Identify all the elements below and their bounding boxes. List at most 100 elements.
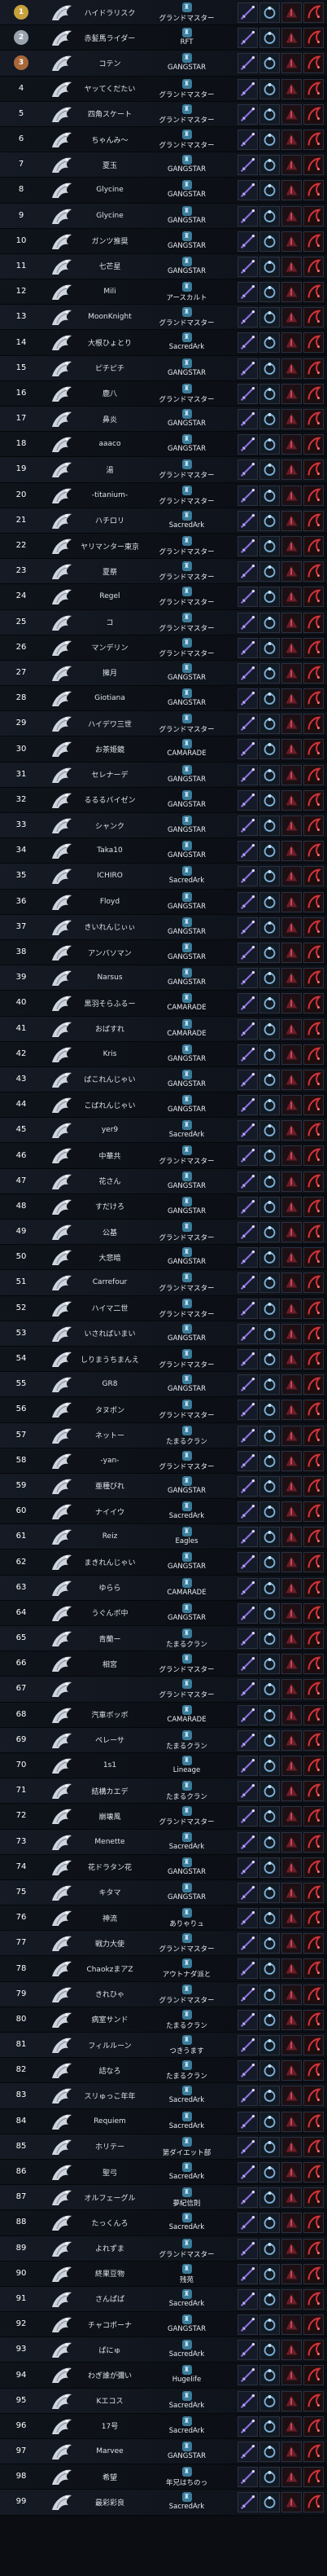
player-name[interactable]: ガンツ推奨 (81, 229, 138, 253)
ring-icon[interactable] (259, 993, 280, 1014)
relic-icon[interactable] (281, 1196, 302, 1217)
relic-icon[interactable] (281, 587, 302, 608)
ring-icon[interactable] (259, 2314, 280, 2336)
ranking-row[interactable]: 39 Narsus ♜ GANGSTAR (0, 965, 327, 991)
player-name[interactable]: Menette (81, 1830, 138, 1854)
accessory-icon[interactable] (303, 1247, 324, 1268)
ranking-row[interactable]: 38 アンバソマン ♜ GANGSTAR (0, 939, 327, 966)
player-name[interactable] (81, 1677, 138, 1701)
relic-icon[interactable] (281, 1273, 302, 1294)
player-name[interactable]: ChaokzまアZ (81, 1956, 138, 1980)
weapon-icon[interactable] (238, 2340, 258, 2361)
guild-cell[interactable]: ♜ HugeIife (140, 2363, 233, 2387)
guild-cell[interactable]: ♜ GANGSTAR (140, 432, 233, 456)
ring-icon[interactable] (259, 2136, 280, 2157)
guild-cell[interactable]: ♜ GANGSTAR (140, 1194, 233, 1219)
weapon-icon[interactable] (238, 1857, 258, 1878)
guild-cell[interactable]: ♜ GANGSTAR (140, 1067, 233, 1092)
weapon-icon[interactable] (238, 1196, 258, 1217)
weapon-icon[interactable] (238, 205, 258, 226)
ring-icon[interactable] (259, 2009, 280, 2030)
ring-icon[interactable] (259, 2340, 280, 2361)
ranking-row[interactable]: 57 ネットー ♜ たまるクラン (0, 1422, 327, 1448)
relic-icon[interactable] (281, 1933, 302, 1954)
accessory-icon[interactable] (303, 535, 324, 556)
weapon-icon[interactable] (238, 282, 258, 303)
guild-cell[interactable]: ♜ GANGSTAR (140, 1855, 233, 1879)
ring-icon[interactable] (259, 2187, 280, 2209)
player-name[interactable]: ホリテー (81, 2134, 138, 2159)
ring-icon[interactable] (259, 1629, 280, 1649)
player-name[interactable]: るるるバイゼン (81, 788, 138, 812)
ranking-row[interactable]: 67 ♜ グランドマスター (0, 1677, 327, 1703)
player-name[interactable]: 詰なろ (81, 2058, 138, 2082)
relic-icon[interactable] (281, 1679, 302, 1700)
ring-icon[interactable] (259, 1882, 280, 1903)
relic-icon[interactable] (281, 307, 302, 328)
player-name[interactable]: よれずま (81, 2236, 138, 2261)
ranking-row[interactable]: 32 るるるバイゼン ♜ GANGSTAR (0, 787, 327, 813)
ring-icon[interactable] (259, 2213, 280, 2234)
ranking-row[interactable]: 93 ぱにゅ ♜ SacredArk (0, 2337, 327, 2363)
weapon-icon[interactable] (238, 1527, 258, 1548)
weapon-icon[interactable] (238, 2, 258, 23)
guild-cell[interactable]: ♜ グランドマスター (140, 635, 233, 660)
accessory-icon[interactable] (303, 2288, 324, 2310)
relic-icon[interactable] (281, 1654, 302, 1675)
relic-icon[interactable] (281, 815, 302, 836)
weapon-icon[interactable] (238, 231, 258, 252)
accessory-icon[interactable] (303, 459, 324, 481)
ring-icon[interactable] (259, 358, 280, 379)
accessory-icon[interactable] (303, 2340, 324, 2361)
guild-cell[interactable]: ♜ グランドマスター (140, 1270, 233, 1295)
player-name[interactable]: 最彩彩良 (81, 2490, 138, 2514)
player-name[interactable]: -yan- (81, 1448, 138, 1473)
ring-icon[interactable] (259, 1831, 280, 1853)
relic-icon[interactable] (281, 1069, 302, 1090)
ring-icon[interactable] (259, 841, 280, 862)
ranking-row[interactable]: 75 キタマ ♜ GANGSTAR (0, 1879, 327, 1906)
relic-icon[interactable] (281, 2136, 302, 2157)
weapon-icon[interactable] (238, 1222, 258, 1242)
ring-icon[interactable] (259, 2467, 280, 2488)
ring-icon[interactable] (259, 535, 280, 556)
player-name[interactable]: 1s1 (81, 1753, 138, 1778)
player-name[interactable]: -titanium- (81, 483, 138, 508)
guild-cell[interactable]: ♜ グランドマスター (140, 534, 233, 558)
guild-cell[interactable]: ♜ グランドマスター (140, 711, 233, 736)
ranking-row[interactable]: 69 ペレーサ ♜ たまるクラン (0, 1727, 327, 1753)
player-name[interactable]: 結構カエデ (81, 1778, 138, 1803)
relic-icon[interactable] (281, 1120, 302, 1141)
accessory-icon[interactable] (303, 1654, 324, 1675)
ring-icon[interactable] (259, 459, 280, 481)
ranking-row[interactable]: 78 ChaokzまアZ ♜ アウトナダ派と (0, 1956, 327, 1982)
ring-icon[interactable] (259, 764, 280, 785)
ranking-row[interactable]: 60 ナイイウ ♜ SacredArk (0, 1499, 327, 1525)
guild-cell[interactable]: ♜ グランドマスター (140, 1448, 233, 1473)
relic-icon[interactable] (281, 2213, 302, 2234)
weapon-icon[interactable] (238, 1755, 258, 1776)
accessory-icon[interactable] (303, 1552, 324, 1573)
guild-cell[interactable]: ♜ グランドマスター (140, 1296, 233, 1321)
relic-icon[interactable] (281, 2161, 302, 2183)
guild-cell[interactable]: ♜ たまるクラン (140, 2007, 233, 2032)
guild-cell[interactable]: ♜ GANGSTAR (140, 51, 233, 75)
relic-icon[interactable] (281, 2060, 302, 2081)
ring-icon[interactable] (259, 2288, 280, 2310)
player-name[interactable]: ハイデワ三世 (81, 711, 138, 736)
accessory-icon[interactable] (303, 1730, 324, 1751)
accessory-icon[interactable] (303, 1882, 324, 1903)
player-name[interactable]: Carrefour (81, 1270, 138, 1295)
weapon-icon[interactable] (238, 968, 258, 989)
ranking-row[interactable]: 80 病室サンド ♜ たまるクラン (0, 2007, 327, 2033)
relic-icon[interactable] (281, 256, 302, 277)
weapon-icon[interactable] (238, 180, 258, 201)
accessory-icon[interactable] (303, 1171, 324, 1192)
accessory-icon[interactable] (303, 332, 324, 354)
accessory-icon[interactable] (303, 1704, 324, 1725)
guild-cell[interactable]: ♜ GANGSTAR (140, 965, 233, 990)
player-name[interactable]: 亜種びれ (81, 1474, 138, 1498)
relic-icon[interactable] (281, 1629, 302, 1649)
relic-icon[interactable] (281, 942, 302, 963)
ring-icon[interactable] (259, 1425, 280, 1446)
